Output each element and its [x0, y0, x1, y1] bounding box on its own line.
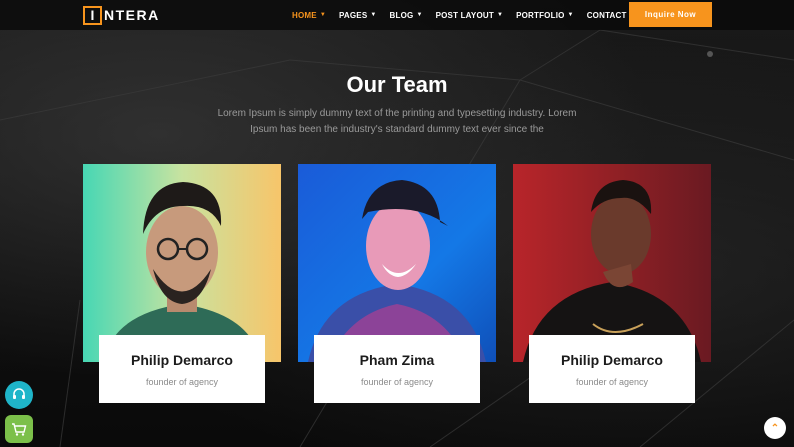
member-name[interactable]: Philip Demarco	[99, 352, 265, 368]
chevron-down-icon: ▼	[370, 12, 377, 18]
section-subtitle: Lorem Ipsum is simply dummy text of the …	[217, 108, 577, 135]
portrait-image	[513, 164, 711, 362]
logo-mark: I	[83, 5, 102, 25]
support-chat-button[interactable]	[5, 381, 33, 409]
chevron-down-icon: ▼	[416, 12, 423, 18]
portrait-image	[83, 164, 281, 362]
headset-icon	[13, 388, 25, 399]
inquire-now-button[interactable]: Inquire Now	[629, 2, 712, 27]
chevron-down-icon: ▼	[496, 12, 504, 18]
member-name[interactable]: Philip Demarco	[529, 352, 695, 368]
cart-icon	[12, 423, 27, 436]
decorative-dot	[707, 51, 713, 57]
member-name[interactable]: Pham Zima	[314, 352, 480, 368]
member-role: founder of agency	[575, 377, 649, 387]
member-role: founder of agency	[145, 377, 219, 387]
nav-item-blog[interactable]: BLOG ▼	[390, 11, 423, 20]
cart-button[interactable]	[5, 415, 33, 443]
logo-text: NTERA	[104, 7, 160, 23]
member-role: founder of agency	[360, 377, 434, 387]
chevron-down-icon: ▼	[319, 12, 326, 18]
site-logo[interactable]: I NTERA	[83, 5, 160, 25]
nav-item-home[interactable]: HOME ▼	[292, 11, 326, 20]
team-member-card-2: Pham Zima founder of agency	[314, 335, 480, 403]
team-member-card-3: Philip Demarco founder of agency	[529, 335, 695, 403]
nav-item-portfolio[interactable]: PORTFOLIO ▼	[516, 11, 574, 20]
team-member-card-1: Philip Demarco founder of agency	[99, 335, 265, 403]
chevron-down-icon: ▼	[567, 12, 574, 18]
arrow-up-icon: ⌃	[770, 422, 780, 434]
team-photo-3[interactable]	[513, 164, 711, 362]
team-photo-2[interactable]	[298, 164, 496, 362]
main-nav: HOME ▼ PAGES ▼ BLOG ▼ POST LAYOUT ▼ PORTFOLI…	[292, 0, 663, 30]
nav-item-post-layout[interactable]: POST LAYOUT ▼	[436, 11, 504, 20]
section-title: Our Team	[346, 72, 448, 97]
scroll-to-top-button[interactable]: ⌃	[764, 417, 786, 439]
team-photo-1[interactable]	[83, 164, 281, 362]
site-header: I NTERA HOME ▼ PAGES ▼ BLOG ▼ POST LAYOUT ▼ …	[0, 0, 794, 30]
portrait-image	[298, 164, 496, 362]
nav-item-pages[interactable]: PAGES ▼	[339, 11, 377, 20]
